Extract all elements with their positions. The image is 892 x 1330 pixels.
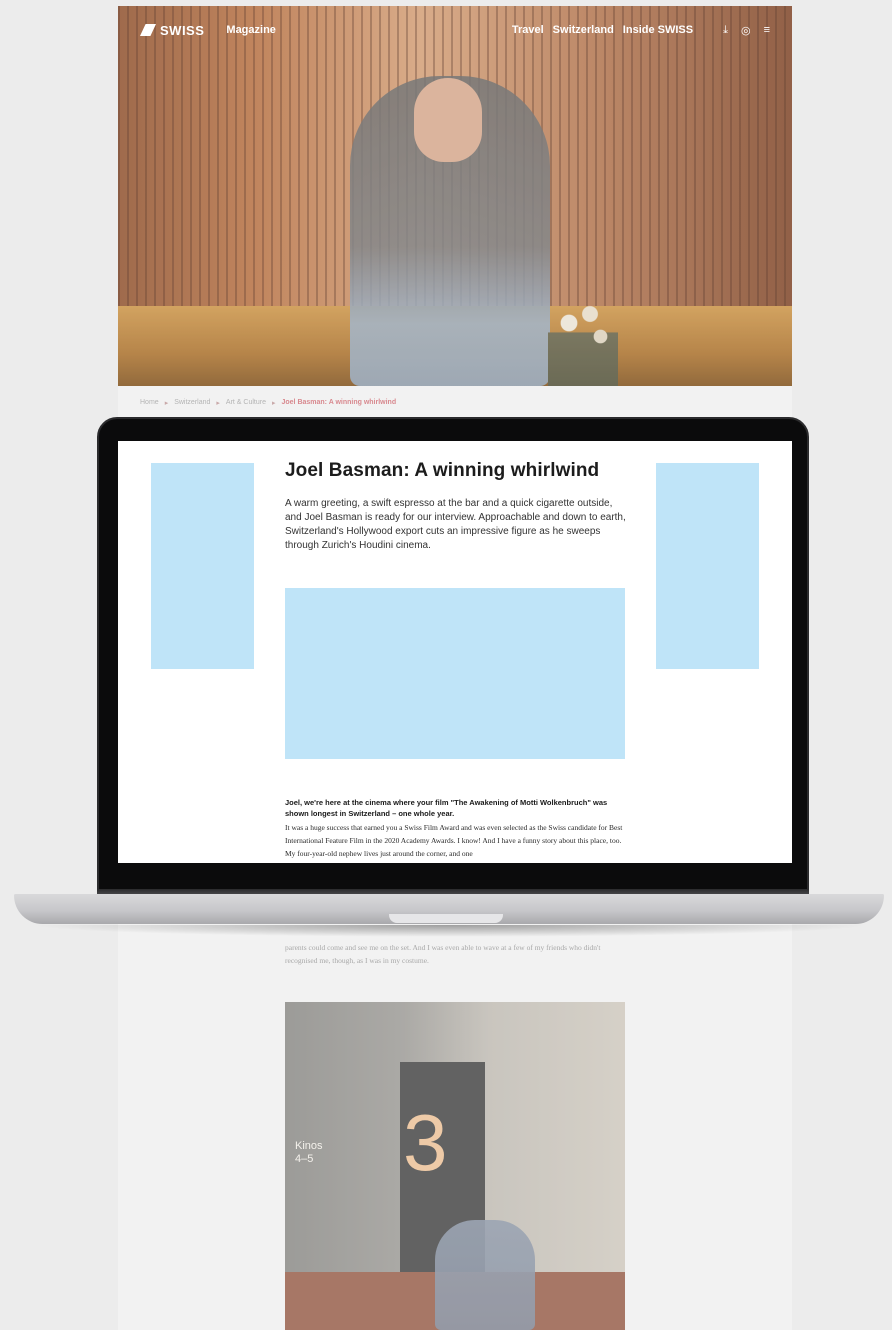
article-continued-text: parents could come and see me on the set… bbox=[285, 943, 601, 965]
breadcrumb-art-culture[interactable]: Art & Culture bbox=[226, 399, 266, 407]
swiss-logo-icon bbox=[140, 24, 156, 36]
laptop-notch bbox=[389, 914, 503, 923]
magazine-link[interactable]: Magazine bbox=[226, 24, 276, 36]
ad-slot-right[interactable] bbox=[656, 463, 759, 669]
nav-link-inside-swiss[interactable]: Inside SWISS bbox=[623, 24, 693, 36]
nav-link-switzerland[interactable]: Switzerland bbox=[553, 24, 614, 36]
breadcrumb-separator-icon: ▸ bbox=[216, 400, 220, 407]
swiss-logo[interactable]: SWISS bbox=[140, 23, 204, 38]
nav-link-travel[interactable]: Travel bbox=[512, 24, 544, 36]
hero-veil bbox=[118, 6, 792, 386]
globe-icon[interactable]: ◎ bbox=[741, 24, 751, 37]
ad-slot-center[interactable] bbox=[285, 588, 625, 759]
breadcrumb-current: Joel Basman: A winning whirlwind bbox=[281, 399, 397, 406]
top-nav: SWISS Magazine Travel Switzerland Inside… bbox=[118, 6, 792, 54]
breadcrumb-separator-icon: ▸ bbox=[271, 400, 276, 407]
menu-icon[interactable]: ≡ bbox=[764, 24, 770, 37]
hero-image: SWISS Magazine Travel Switzerland Inside… bbox=[118, 6, 792, 386]
nav-links: Travel Switzerland Inside SWISS bbox=[512, 24, 693, 36]
breadcrumb: Home ▸ Switzerland ▸ Art & Culture ▸ Joe… bbox=[140, 399, 396, 407]
laptop-shadow bbox=[30, 925, 870, 937]
ad-slot-left[interactable] bbox=[151, 463, 254, 669]
laptop-screen: Joel Basman: A winning whirlwind A warm … bbox=[118, 441, 792, 863]
download-icon[interactable]: ⤓ bbox=[723, 24, 728, 37]
interview-answer: It was a huge success that earned you a … bbox=[285, 823, 623, 858]
article-lead: A warm greeting, a swift espresso at the… bbox=[285, 498, 626, 551]
cinema-photo: 3 Kinos 4–5 bbox=[285, 1002, 625, 1330]
brand-name: SWISS bbox=[160, 22, 205, 38]
breadcrumb-home[interactable]: Home bbox=[140, 399, 159, 407]
article-title: Joel Basman: A winning whirlwind bbox=[285, 460, 600, 481]
breadcrumb-separator-icon: ▸ bbox=[164, 400, 169, 407]
photo-veil bbox=[285, 1002, 625, 1330]
breadcrumb-switzerland[interactable]: Switzerland bbox=[174, 399, 210, 407]
interview-question: Joel, we're here at the cinema where you… bbox=[285, 798, 608, 818]
nav-icons: ⤓ ◎ ≡ bbox=[723, 24, 770, 37]
